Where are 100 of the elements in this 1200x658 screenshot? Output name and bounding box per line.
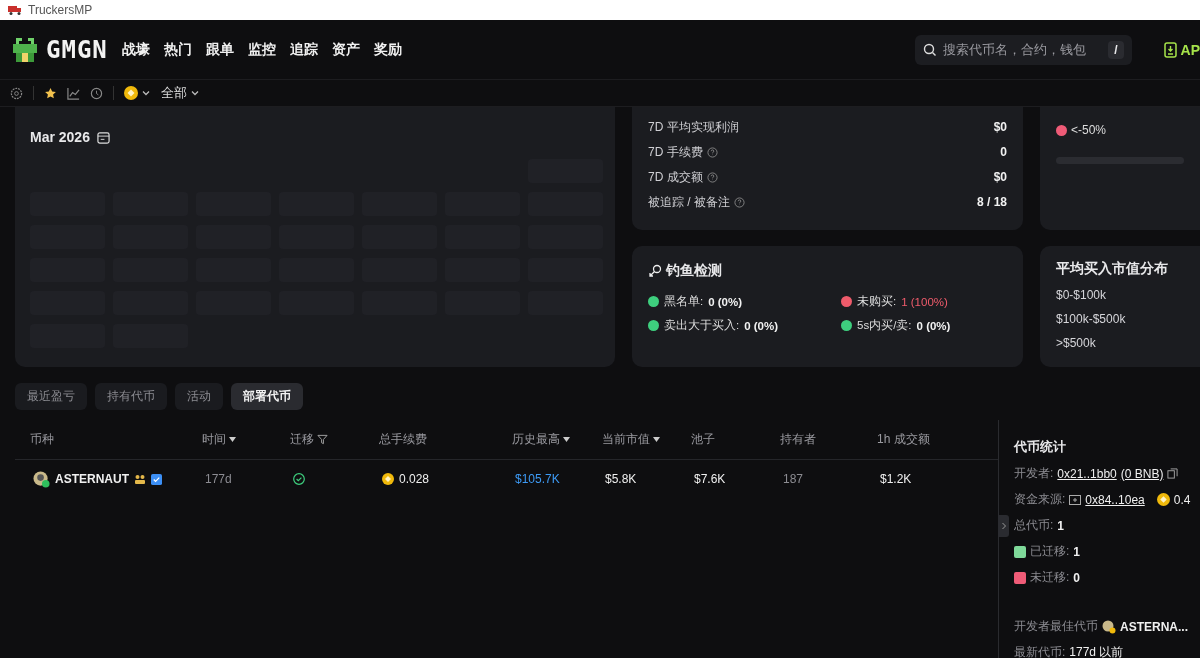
field-label: 资金来源: <box>1014 491 1066 508</box>
caret-icon <box>190 88 200 98</box>
table-cell-text: $5.8K <box>605 472 638 486</box>
check-label: 5s内买/卖: <box>857 318 912 333</box>
range-label: $100k-$500k <box>1056 312 1127 326</box>
search-icon <box>922 42 937 57</box>
stat-label: 被追踪 / 被备注 <box>648 193 730 211</box>
nav-link[interactable]: 跟单 <box>205 40 234 59</box>
balance-link[interactable]: (0 BNB) <box>1120 466 1164 481</box>
stat-label: 7D 成交额 <box>648 168 703 186</box>
field-value: 177d 以前 <box>1069 644 1124 658</box>
caret-icon <box>141 88 151 98</box>
nav-link[interactable]: 奖励 <box>373 40 402 59</box>
verified-icon <box>151 473 162 485</box>
folder-icon <box>1069 494 1082 505</box>
field-label: 最新代币: <box>1014 644 1066 658</box>
check-value: 0 (0%) <box>708 295 743 308</box>
legend-label: <-50% <box>1071 123 1107 137</box>
tab[interactable]: 持有代币 <box>95 383 167 410</box>
nav-link[interactable]: 战壕 <box>121 40 150 59</box>
stat-value: 8 / 18 <box>976 195 1007 209</box>
sort-icon[interactable] <box>229 437 236 442</box>
column-header[interactable]: 历史最高 <box>512 431 560 448</box>
copy-icon[interactable] <box>1167 468 1179 479</box>
tab[interactable]: 活动 <box>175 383 223 410</box>
collapse-handle[interactable] <box>998 515 1009 537</box>
nav-link[interactable]: 热门 <box>163 40 192 59</box>
column-header[interactable]: 时间 <box>202 431 226 448</box>
token-avatar-icon <box>1102 619 1116 634</box>
address-link[interactable]: 0x84..10ea <box>1085 492 1145 507</box>
app-download-link[interactable]: AP <box>1163 41 1200 58</box>
card-title: 平均买入市值分布 <box>1056 260 1168 278</box>
window-title: TruckersMP <box>28 3 93 17</box>
funding-amount: 0.4 <box>1173 492 1191 507</box>
filter-dropdown[interactable]: 全部 <box>161 84 200 102</box>
stat-value: $0 <box>993 120 1007 134</box>
table-cell-text: $7.6K <box>694 472 727 486</box>
table-cell-text: 187 <box>783 472 805 486</box>
help-icon <box>706 146 718 158</box>
legend-label: 已迁移: <box>1030 543 1070 560</box>
token-link[interactable]: ASTERNA... <box>1120 619 1188 634</box>
check-label: 未购买: <box>857 294 897 309</box>
field-label: 开发者最佳代币 <box>1014 618 1098 635</box>
stat-label: 7D 手续费 <box>648 143 703 161</box>
nav-link[interactable]: 监控 <box>247 40 276 59</box>
range-label: $0-$100k <box>1056 288 1108 302</box>
coin-icon <box>124 86 138 100</box>
nav-link[interactable]: 资产 <box>331 40 360 59</box>
calendar-icon[interactable] <box>96 130 110 144</box>
sort-icon[interactable] <box>653 437 660 442</box>
chart-icon[interactable] <box>67 86 80 100</box>
people-icon <box>134 473 146 485</box>
card-title: 钓鱼检测 <box>666 262 722 280</box>
truck-icon <box>8 5 22 15</box>
tab[interactable]: 最近盈亏 <box>15 383 87 410</box>
stat-value: $0 <box>993 170 1007 184</box>
table-cell: 0.028 <box>399 472 430 486</box>
stat-value: 0 <box>1000 145 1007 159</box>
hook-icon <box>648 264 662 278</box>
column-header: 迁移 <box>290 431 314 448</box>
check-value: 1 (100%) <box>901 295 948 308</box>
filter-icon[interactable] <box>317 434 328 445</box>
chain-selector[interactable] <box>124 86 151 100</box>
legend-value: 1 <box>1073 544 1081 559</box>
column-header: 总手续费 <box>379 431 427 448</box>
field-label: 开发者: <box>1014 465 1054 482</box>
logo-text: GMGN <box>46 35 108 64</box>
range-label: >$500k <box>1056 336 1097 350</box>
token-name[interactable]: ASTERNAUT <box>55 472 129 486</box>
address-link[interactable]: 0x21..1bb0 <box>1057 466 1117 481</box>
field-value: 1 <box>1057 518 1065 533</box>
check-value: 0 (0%) <box>744 319 779 332</box>
month-label: Mar 2026 <box>30 129 90 145</box>
legend-value: 0 <box>1073 570 1081 585</box>
legend-label: 未迁移: <box>1030 569 1070 586</box>
nav-link[interactable]: 追踪 <box>289 40 318 59</box>
table-cell-text: 177d <box>205 472 233 486</box>
table-cell-text: $105.7K <box>515 472 561 486</box>
check-label: 黑名单: <box>664 294 704 309</box>
coin-icon <box>1156 493 1170 506</box>
settings-icon[interactable] <box>10 86 23 100</box>
check-value: 0 (0%) <box>916 319 951 332</box>
column-header[interactable]: 当前市值 <box>602 431 650 448</box>
coin-icon <box>382 473 394 485</box>
stat-label: 7D 平均实现利润 <box>648 118 739 136</box>
phone-download-icon <box>1163 41 1177 58</box>
field-label: 总代币: <box>1014 517 1054 534</box>
help-icon <box>734 196 745 208</box>
history-icon[interactable] <box>90 86 103 100</box>
tab[interactable]: 部署代币 <box>231 383 303 410</box>
column-header: 持有者 <box>780 431 816 448</box>
column-header: 池子 <box>691 431 715 448</box>
table-cell-text: $1.2K <box>880 472 913 486</box>
column-header: 1h 成交额 <box>877 431 930 448</box>
star-icon[interactable] <box>44 86 57 100</box>
sort-icon[interactable] <box>563 437 570 442</box>
token-avatar-icon <box>33 470 50 488</box>
panel-title: 代币统计 <box>1014 438 1067 456</box>
help-icon <box>706 171 718 183</box>
column-header: 币种 <box>30 431 54 448</box>
